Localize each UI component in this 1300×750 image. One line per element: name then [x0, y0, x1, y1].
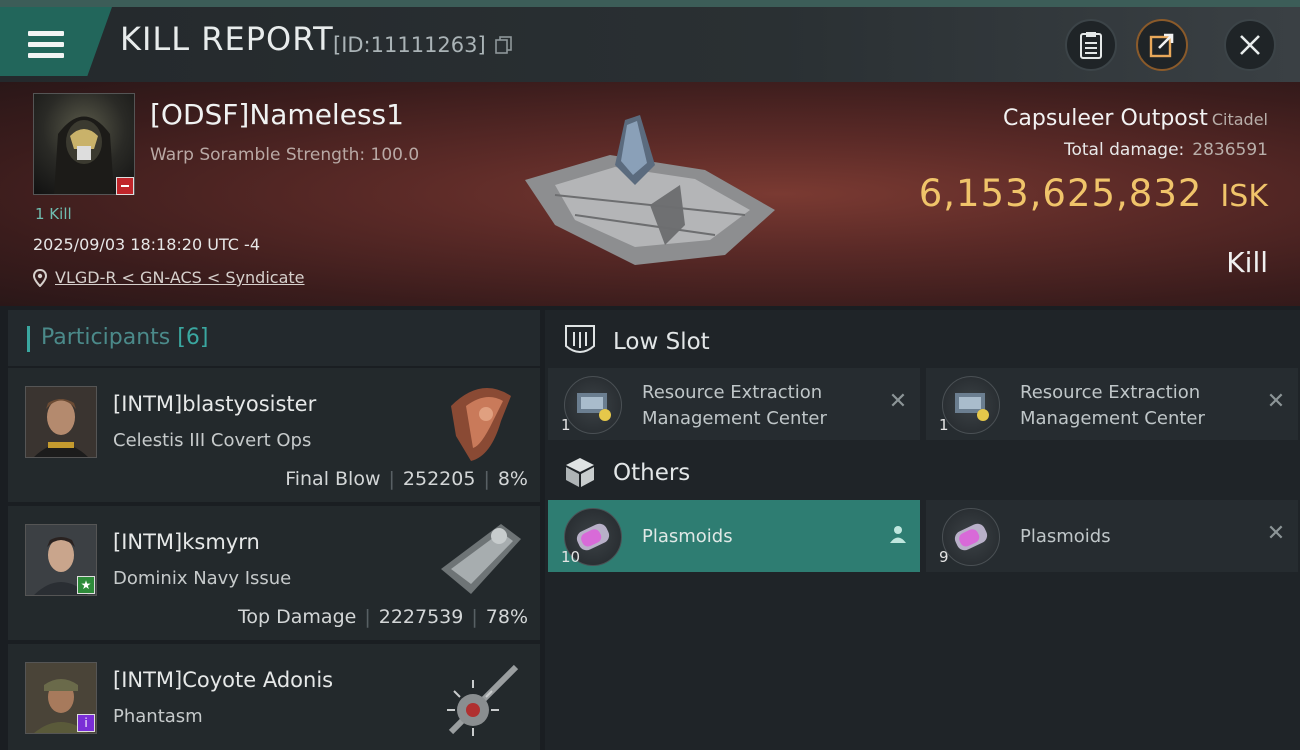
low-slot-title: Low Slot — [613, 329, 710, 355]
location-link[interactable]: VLGD-R < GN-ACS < Syndicate — [33, 268, 305, 287]
clipboard-icon — [1080, 32, 1102, 59]
accent-bar — [27, 326, 30, 352]
avatar — [25, 386, 97, 458]
destroyed-icon: ✕ — [888, 389, 908, 414]
participant-percent: 8% — [497, 468, 528, 490]
destroyed-icon: ✕ — [1266, 389, 1286, 414]
participant-row[interactable]: ★ [INTM]ksmyrn Dominix Navy Issue Top Da… — [8, 506, 540, 640]
ship-image — [431, 652, 526, 742]
participant-ship: Celestis III Covert Ops — [113, 430, 312, 451]
location-text: VLGD-R < GN-ACS < Syndicate — [55, 268, 305, 287]
report-id: [ID:11111263] — [333, 33, 486, 57]
isk-value-row: 6,153,625,832 ISK — [919, 172, 1268, 215]
ship-image — [431, 514, 526, 604]
page-title: KILL REPORT — [120, 20, 334, 58]
menu-icon — [28, 31, 64, 59]
share-icon — [1149, 33, 1174, 58]
module-icon — [942, 376, 1000, 434]
citadel-image — [515, 115, 785, 275]
participant-row[interactable]: [INTM]blastyosister Celestis III Covert … — [8, 368, 540, 502]
isk-unit: ISK — [1220, 179, 1268, 214]
item-name: Plasmoids — [1020, 526, 1111, 547]
target-type: Citadel — [1211, 110, 1268, 129]
low-slot-header: Low Slot — [545, 313, 1300, 369]
total-damage: Total damage: 2836591 — [1064, 140, 1268, 160]
destroyed-icon: ✕ — [1266, 521, 1286, 546]
participant-name: [INTM]ksmyrn — [113, 530, 260, 554]
participants-title: Participants [6] — [41, 325, 208, 350]
participants-label: Participants — [41, 325, 171, 350]
result-label: Kill — [1226, 246, 1268, 279]
participant-role: Final Blow — [285, 468, 381, 490]
victim-name[interactable]: [ODSF]Nameless1 — [150, 98, 404, 131]
share-button[interactable] — [1136, 19, 1188, 71]
low-slot-icon — [563, 324, 597, 358]
participants-count: [6] — [177, 325, 209, 350]
clipboard-button[interactable] — [1065, 19, 1117, 71]
ship-image — [431, 376, 526, 466]
warp-scramble-strength: Warp Soramble Strength: 100.0 — [150, 145, 420, 165]
participant-row[interactable]: i [INTM]Coyote Adonis Phantasm — [8, 644, 540, 750]
item-quantity: 10 — [561, 548, 581, 566]
item-quantity: 1 — [561, 416, 571, 434]
item-name: Resource Extraction Management Center — [1020, 382, 1205, 429]
participant-percent: 78% — [485, 606, 528, 628]
participant-damage: 252205 — [402, 468, 476, 490]
box-icon — [563, 455, 597, 489]
fitting-item-selected[interactable]: 10 Plasmoids — [548, 500, 920, 572]
dropped-person-icon — [888, 524, 908, 544]
fitting-item[interactable]: 1 Resource Extraction Management Center … — [548, 368, 920, 440]
participant-ship: Phantasm — [113, 706, 203, 727]
others-title: Others — [613, 460, 691, 486]
participant-name: [INTM]blastyosister — [113, 392, 317, 416]
module-icon — [564, 376, 622, 434]
item-quantity: 1 — [939, 416, 949, 434]
item-name: Resource Extraction Management Center — [642, 382, 827, 429]
participant-stats: Final Blow | 252205 | 8% — [285, 468, 528, 490]
kill-timestamp: 2025/09/03 18:18:20 UTC -4 — [33, 235, 261, 254]
participant-ship: Dominix Navy Issue — [113, 568, 292, 589]
participants-header: Participants [6] — [8, 310, 540, 366]
close-button[interactable] — [1224, 19, 1276, 71]
participant-damage: 2227539 — [378, 606, 464, 628]
copy-icon[interactable] — [495, 36, 513, 54]
target-name: Capsuleer Outpost — [1003, 106, 1208, 131]
total-damage-value: 2836591 — [1192, 140, 1268, 160]
star-badge-icon: ★ — [77, 576, 95, 594]
kill-count: 1 Kill — [35, 205, 72, 223]
hostile-badge — [116, 177, 134, 195]
fitting-item[interactable]: 9 Plasmoids ✕ — [926, 500, 1298, 572]
fitting-item[interactable]: 1 Resource Extraction Management Center … — [926, 368, 1298, 440]
participant-stats: Top Damage | 2227539 | 78% — [238, 606, 528, 628]
info-badge-icon: i — [77, 714, 95, 732]
participant-name: [INTM]Coyote Adonis — [113, 668, 334, 692]
target-info: Capsuleer Outpost Citadel — [1003, 106, 1268, 131]
total-damage-label: Total damage: — [1064, 140, 1185, 160]
top-accent-line — [0, 0, 1300, 7]
item-name: Plasmoids — [642, 526, 733, 547]
plasmoid-icon — [942, 508, 1000, 566]
location-pin-icon — [33, 268, 47, 287]
others-header: Others — [545, 444, 1300, 500]
isk-value: 6,153,625,832 — [918, 172, 1203, 215]
close-icon — [1240, 35, 1260, 55]
participant-role: Top Damage — [238, 606, 357, 628]
item-quantity: 9 — [939, 548, 949, 566]
